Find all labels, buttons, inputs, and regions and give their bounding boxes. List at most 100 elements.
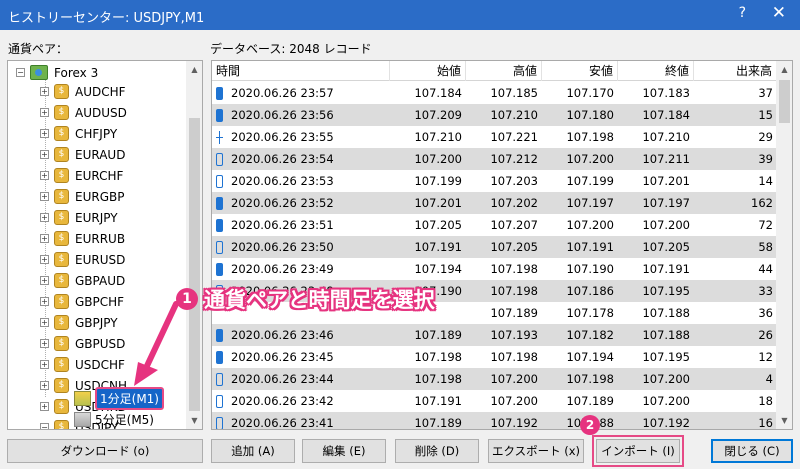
currency-icon: $ — [54, 294, 69, 309]
tree-item-m5[interactable]: 5分足(M5) — [74, 410, 154, 429]
table-row[interactable]: 2020.06.26 23:41107.189107.192107.188107… — [212, 412, 777, 430]
currency-icon: $ — [54, 189, 69, 204]
expand-icon[interactable]: + — [40, 213, 49, 222]
tree-item-eurchf[interactable]: + $ EURCHF — [40, 166, 123, 185]
cell-volume: 72 — [758, 218, 773, 232]
tree-item-audusd[interactable]: + $ AUDUSD — [40, 103, 127, 122]
cell-volume: 16 — [758, 416, 773, 430]
tree-scrollbar[interactable]: ▲ ▼ — [186, 61, 202, 429]
cell-time: 2020.06.26 23:46 — [212, 324, 390, 346]
delete-button[interactable]: 削除 (D) — [395, 439, 479, 463]
table-row[interactable]: 2020.06.26 23:53 107.199 107.203 107.199 107… — [212, 170, 777, 192]
expand-icon[interactable]: + — [40, 297, 49, 306]
cell-time: 2020.06.26 23:50 — [212, 236, 390, 258]
col-low[interactable]: 安値 — [542, 61, 618, 81]
table-row[interactable]: 2020.06.26 23:44 107.198 107.200 107.198 107… — [212, 368, 777, 390]
expand-icon[interactable]: + — [40, 381, 49, 390]
cell-high: 107.202 — [490, 196, 538, 210]
cell-time: 2020.06.26 23:53 — [212, 170, 390, 192]
step1-callout: 1 通貨ペアと時間足を選択 — [176, 284, 435, 314]
tree-root-forex[interactable]: − Forex 3 — [16, 63, 98, 82]
expand-icon[interactable]: − — [40, 423, 49, 429]
table-row[interactable]: 2020.06.26 23:50 107.191 107.205 107.191 107… — [212, 236, 777, 258]
table-row[interactable]: 2020.06.26 23:46 107.189 107.193 107.182 107… — [212, 324, 777, 346]
table-scroll-up-icon[interactable]: ▲ — [776, 61, 792, 78]
col-open[interactable]: 始値 — [390, 61, 466, 81]
cell-volume: 39 — [758, 152, 773, 166]
col-volume[interactable]: 出来高 — [694, 61, 777, 81]
table-row[interactable]: 2020.06.26 23:56 107.209 107.210 107.180 107… — [212, 104, 777, 126]
col-close[interactable]: 終値 — [618, 61, 694, 81]
cell-close: 107.195 — [642, 350, 690, 364]
expand-icon[interactable]: + — [40, 360, 49, 369]
expand-icon[interactable]: + — [40, 234, 49, 243]
expand-icon[interactable]: + — [40, 87, 49, 96]
currency-icon: $ — [54, 357, 69, 372]
export-button[interactable]: エクスポート (x) — [488, 439, 584, 463]
tree-item-gbpchf[interactable]: + $ GBPCHF — [40, 292, 124, 311]
scroll-down-icon[interactable]: ▼ — [186, 412, 202, 429]
close-button[interactable]: 閉じる (C) — [711, 439, 793, 463]
table-row[interactable]: 2020.06.26 23:49 107.194 107.198 107.190 107… — [212, 258, 777, 280]
tree-item-chfjpy[interactable]: + $ CHFJPY — [40, 124, 117, 143]
candle-icon — [216, 175, 223, 188]
cell-time: 2020.06.26 23:49 — [212, 258, 390, 280]
table-row[interactable]: 2020.06.26 23:51 107.205 107.207 107.200 107… — [212, 214, 777, 236]
expand-icon[interactable]: + — [40, 192, 49, 201]
table-scroll-thumb[interactable] — [779, 80, 790, 123]
currency-icon: $ — [54, 168, 69, 183]
tree-item-usdchf[interactable]: + $ USDCHF — [40, 355, 125, 374]
col-time[interactable]: 時間 — [212, 61, 390, 81]
candle-icon — [216, 219, 223, 232]
col-high[interactable]: 高値 — [466, 61, 542, 81]
expand-icon[interactable]: + — [40, 108, 49, 117]
tree-item-eurgbp[interactable]: + $ EURGBP — [40, 187, 124, 206]
table-scrollbar[interactable]: ▲ ▼ — [776, 61, 792, 429]
history-table[interactable]: 時間 始値 高値 安値 終値 出来高 2020.06.26 23:57 107.1… — [211, 60, 793, 430]
cell-close: 107.191 — [642, 262, 690, 276]
expand-icon[interactable]: + — [40, 255, 49, 264]
download-button[interactable]: ダウンロード (o) — [7, 439, 203, 463]
expand-icon[interactable]: + — [40, 318, 49, 327]
collapse-icon[interactable]: − — [16, 68, 25, 77]
tree-item-euraud[interactable]: + $ EURAUD — [40, 145, 125, 164]
table-row[interactable]: 2020.06.26 23:42 107.191 107.200 107.189 107… — [212, 390, 777, 412]
tree-item-eurjpy[interactable]: + $ EURJPY — [40, 208, 118, 227]
help-icon[interactable]: ? — [739, 5, 746, 21]
scroll-up-icon[interactable]: ▲ — [186, 61, 202, 78]
table-row[interactable]: 2020.06.26 23:55 107.210 107.221 107.198 107… — [212, 126, 777, 148]
candle-icon — [216, 241, 223, 254]
candle-icon — [216, 417, 223, 429]
expand-icon[interactable]: + — [40, 129, 49, 138]
expand-icon[interactable]: + — [40, 402, 49, 411]
table-row[interactable]: 2020.06.26 23:45 107.198 107.198 107.194 107… — [212, 346, 777, 368]
tree-item-gbpjpy[interactable]: + $ GBPJPY — [40, 313, 118, 332]
cell-close: 107.188 — [642, 328, 690, 342]
expand-icon[interactable]: + — [40, 339, 49, 348]
expand-icon[interactable]: + — [40, 276, 49, 285]
cell-time-text: 2020.06.26 23:52 — [231, 196, 334, 210]
cell-open: 107.184 — [414, 86, 462, 100]
tree-scroll-thumb[interactable] — [189, 118, 200, 411]
import-button[interactable]: インポート (I) — [592, 435, 684, 467]
cell-time-text: 2020.06.26 23:42 — [231, 394, 334, 408]
expand-icon[interactable]: + — [40, 171, 49, 180]
table-scroll-down-icon[interactable]: ▼ — [776, 412, 792, 429]
table-row[interactable]: 2020.06.26 23:52 107.201 107.202 107.197 107… — [212, 192, 777, 214]
add-button[interactable]: 追加 (A) — [211, 439, 295, 463]
cell-volume: 36 — [758, 306, 773, 320]
tree-item-gbpusd[interactable]: + $ GBPUSD — [40, 334, 125, 353]
expand-icon[interactable]: + — [40, 150, 49, 159]
edit-button[interactable]: 編集 (E) — [302, 439, 386, 463]
tree-item-m1[interactable]: 1分足(M1) — [74, 387, 164, 410]
tree-item-eurrub[interactable]: + $ EURRUB — [40, 229, 125, 248]
table-row[interactable]: 2020.06.26 23:57 107.184 107.185 107.170 107… — [212, 82, 777, 104]
step2-number: 2 — [580, 415, 600, 435]
tree-item-gbpaud[interactable]: + $ GBPAUD — [40, 271, 125, 290]
tree-item-audchf[interactable]: + $ AUDCHF — [40, 82, 126, 101]
cell-time: 2020.06.26 23:44 — [212, 368, 390, 390]
close-icon[interactable]: ✕ — [772, 3, 786, 23]
tree-item-eurusd[interactable]: + $ EURUSD — [40, 250, 125, 269]
candle-icon — [216, 329, 223, 342]
table-row[interactable]: 2020.06.26 23:54 107.200 107.212 107.200 107… — [212, 148, 777, 170]
